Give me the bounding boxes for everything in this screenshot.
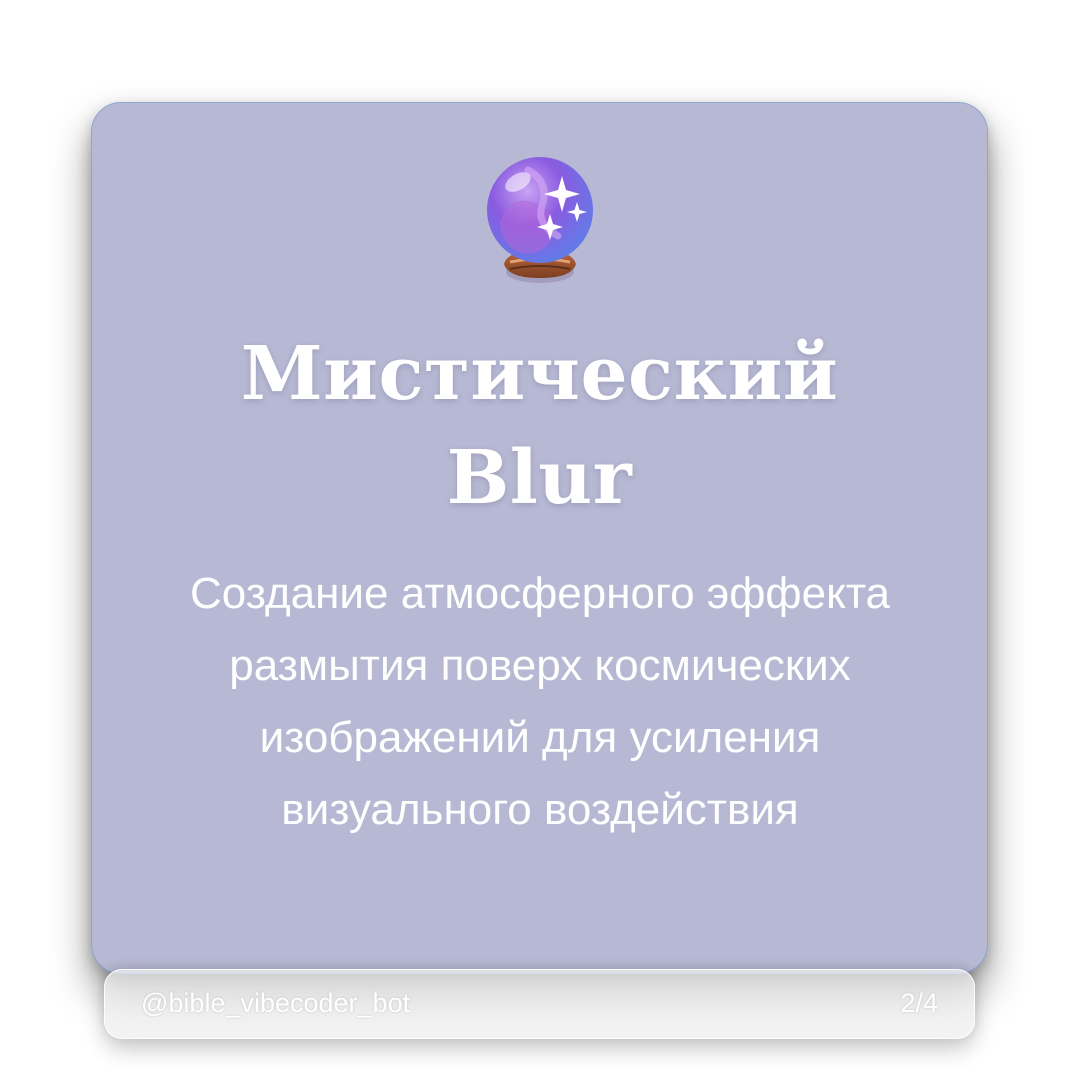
description: Создание атмосферного эффекта размытия п… bbox=[190, 569, 890, 834]
title-line-2: Blur bbox=[446, 435, 633, 521]
slide: Мистический Blur Создание атмосферного э… bbox=[0, 0, 1080, 1080]
page-indicator: 2/4 bbox=[900, 988, 938, 1018]
bot-handle: @bible_vibecoder_bot bbox=[141, 988, 411, 1018]
footer-bar: @bible_vibecoder_bot 2/4 bbox=[104, 969, 975, 1039]
page-title: Мистический Blur bbox=[91, 322, 988, 530]
title-line-1: Мистический bbox=[240, 331, 839, 417]
crystal-ball-icon bbox=[487, 157, 593, 283]
